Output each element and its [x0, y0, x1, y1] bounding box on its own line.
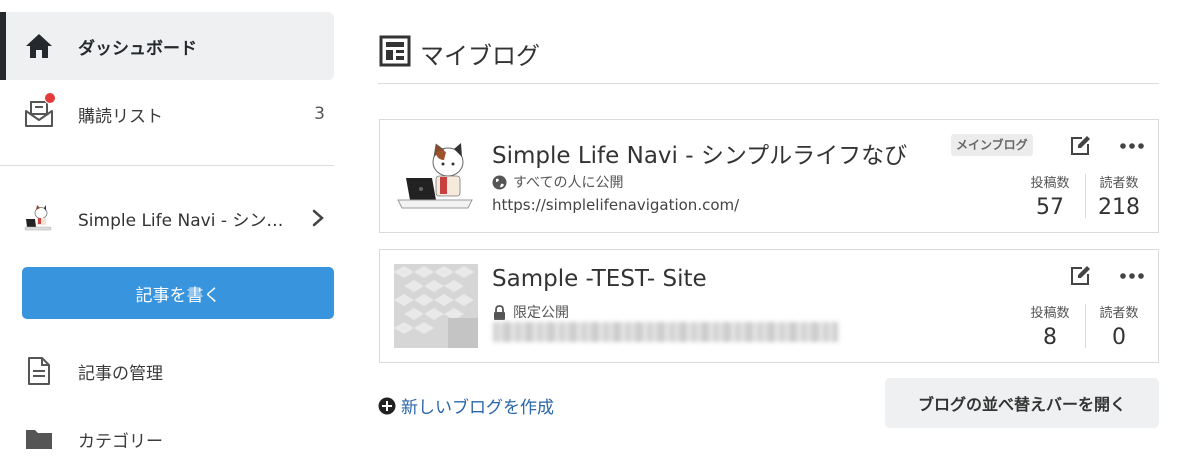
stat-value: 57 [1036, 195, 1064, 220]
sidebar-divider [0, 165, 334, 166]
reader-count: 読者数 0 [1084, 302, 1154, 350]
create-blog-link[interactable]: 新しいブログを作成 [378, 393, 554, 418]
blog-switcher[interactable]: Simple Life Navi - シン… [0, 190, 334, 246]
more-icon[interactable] [1119, 272, 1145, 280]
visibility-label: 限定公開 [513, 305, 569, 321]
notification-badge [44, 92, 56, 104]
sidebar: ダッシュボード 購読リスト 3 Simple Life Navi - シン… 記… [0, 0, 334, 456]
post-count: 投稿数 57 [1015, 172, 1085, 220]
chevron-right-icon [312, 209, 324, 227]
main-blog-badge: メインブログ [951, 134, 1033, 156]
stat-label: 投稿数 [1030, 176, 1070, 191]
stat-value: 0 [1112, 325, 1126, 350]
document-icon [23, 355, 55, 387]
stat-value: 8 [1043, 325, 1057, 350]
open-sort-bar-button[interactable]: ブログの並べ替えバーを開く [885, 378, 1159, 428]
blog-thumbnail [394, 264, 478, 348]
edit-icon[interactable] [1069, 135, 1091, 157]
sidebar-item-category[interactable]: カテゴリー [0, 414, 334, 456]
folder-icon [23, 423, 55, 455]
visibility-label: すべての人に公開 [513, 175, 624, 191]
blog-avatar [23, 202, 55, 234]
sidebar-item-label: 購読リスト [78, 106, 163, 127]
reading-list-count: 3 [314, 104, 325, 124]
sidebar-item-reading-list[interactable]: 購読リスト 3 [0, 82, 334, 146]
sidebar-item-dashboard[interactable]: ダッシュボード [0, 12, 334, 80]
blog-name[interactable]: Simple Life Navi - シンプルライフなび [492, 136, 907, 170]
create-blog-label: 新しいブログを作成 [401, 398, 554, 418]
visibility-status: すべての人に公開 [492, 172, 623, 192]
edit-icon[interactable] [1069, 265, 1091, 287]
blog-url[interactable]: https://simplelifenavigation.com/ [492, 196, 739, 214]
write-article-button[interactable]: 記事を書く [22, 267, 334, 319]
sidebar-item-label: カテゴリー [78, 431, 163, 452]
my-blog-icon [379, 35, 411, 67]
blog-switcher-label: Simple Life Navi - シン… [78, 210, 284, 231]
stat-label: 投稿数 [1030, 306, 1070, 321]
lock-icon [494, 304, 505, 320]
active-indicator [0, 12, 6, 80]
globe-icon [492, 175, 507, 189]
sidebar-item-label: ダッシュボード [78, 38, 197, 59]
page-header: マイブログ [378, 34, 1159, 84]
post-count: 投稿数 8 [1015, 302, 1085, 350]
more-icon[interactable] [1119, 142, 1145, 150]
page-title: マイブログ [420, 42, 540, 70]
blog-thumbnail [397, 143, 473, 209]
reader-count: 読者数 218 [1084, 172, 1154, 220]
home-icon [23, 30, 55, 62]
blog-card[interactable]: Sample -TEST- Site 限定公開 投稿数 8 読者数 0 [379, 249, 1159, 363]
visibility-status: 限定公開 [492, 302, 569, 322]
blurred-url [493, 322, 838, 342]
blog-name[interactable]: Sample -TEST- Site [492, 266, 707, 292]
stat-label: 読者数 [1099, 306, 1139, 321]
stat-value: 218 [1098, 195, 1140, 220]
sidebar-item-manage-articles[interactable]: 記事の管理 [0, 346, 334, 396]
stat-label: 読者数 [1099, 176, 1139, 191]
blog-card[interactable]: Simple Life Navi - シンプルライフなび メインブログ すべての… [379, 119, 1159, 233]
sidebar-item-label: 記事の管理 [78, 363, 163, 384]
plus-circle-icon [378, 397, 396, 414]
